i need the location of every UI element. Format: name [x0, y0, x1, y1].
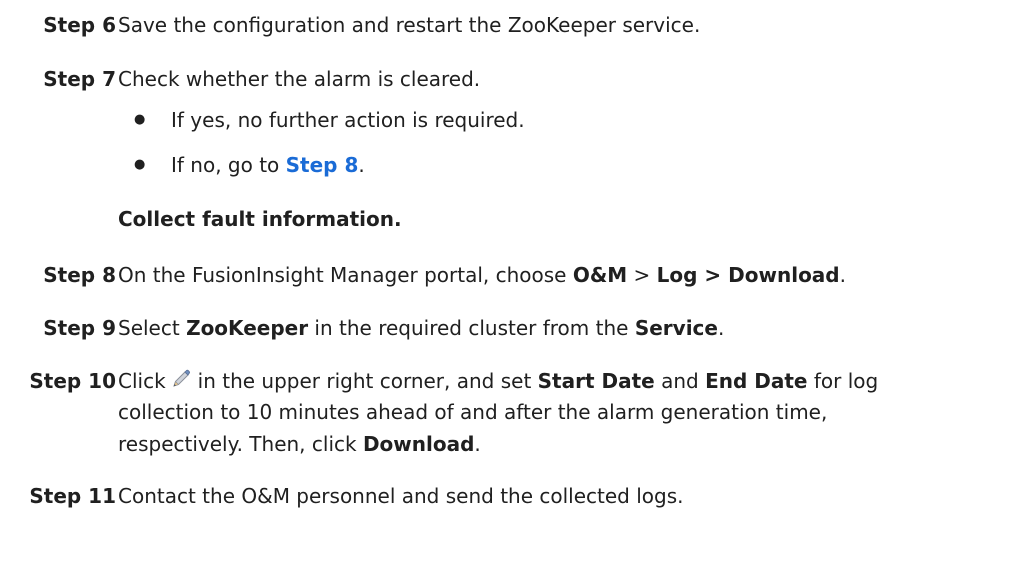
step-8: Step 8 On the FusionInsight Manager port…: [0, 260, 1035, 290]
bullet-dot-icon: ●: [134, 112, 146, 127]
step-10: Step 10 Click in the upper right corner, …: [0, 366, 1035, 396]
zookeeper-term: ZooKeeper: [186, 316, 309, 340]
step-7-label: Step 7: [43, 67, 116, 91]
step-9-mid: in the required cluster from the: [308, 316, 635, 340]
step-7-text: Check whether the alarm is cleared.: [118, 67, 481, 91]
step-9-label: Step 9: [43, 316, 116, 340]
end-date-term: End Date: [705, 369, 808, 393]
section-title: Collect fault information.: [118, 207, 402, 231]
step-10-line-1: Click in the upper right corner, and set …: [118, 366, 878, 396]
start-date-term: Start Date: [537, 369, 655, 393]
step-9-text: Select ZooKeeper in the required cluster…: [118, 313, 724, 343]
step-6-text: Save the configuration and restart the Z…: [118, 13, 701, 37]
step-9: Step 9 Select ZooKeeper in the required …: [0, 313, 1035, 343]
step-8-label: Step 8: [43, 263, 116, 287]
step-10-click: Click: [118, 369, 166, 393]
menu-log-download: Log > Download: [656, 263, 840, 287]
step-10-line-3: respectively. Then, click Download.: [118, 429, 481, 459]
step-9-pre: Select: [118, 316, 187, 340]
bullet-no-text: If no, go to Step 8.: [171, 150, 365, 180]
step-10-label: Step 10: [29, 369, 116, 393]
list-item-no: ● If no, go to Step 8.: [0, 150, 1035, 180]
step-9-post: .: [717, 316, 725, 340]
step-8-text: On the FusionInsight Manager portal, cho…: [118, 260, 846, 290]
step-10-and: and: [654, 369, 706, 393]
step-10-line3-pre: respectively. Then, click: [118, 432, 363, 456]
bullet-no-prefix: If no, go to: [171, 153, 286, 177]
step-11-text: Contact the O&M personnel and send the c…: [118, 484, 684, 508]
step-8-sep: >: [627, 263, 657, 287]
step-10-line3-post: .: [474, 432, 481, 456]
step-8-link[interactable]: Step 8: [286, 153, 359, 177]
step-11: Step 11 Contact the O&M personnel and se…: [0, 481, 1035, 511]
bullet-dot-icon: ●: [134, 157, 146, 172]
step-10-line1-tail: for log: [807, 369, 879, 393]
step-10-line-2: collection to 10 minutes ahead of and af…: [118, 400, 828, 424]
step-11-label: Step 11: [29, 484, 116, 508]
step-8-post: .: [839, 263, 846, 287]
service-term: Service: [634, 316, 718, 340]
step-6: Step 6 Save the configuration and restar…: [0, 10, 1035, 40]
step-10-line1-mid: in the upper right corner, and set: [197, 369, 538, 393]
step-8-pre: On the FusionInsight Manager portal, cho…: [118, 263, 573, 287]
download-term: Download: [362, 432, 475, 456]
bullet-yes-text: If yes, no further action is required.: [171, 108, 525, 132]
menu-om: O&M: [572, 263, 628, 287]
step-6-label: Step 6: [43, 13, 116, 37]
bullet-no-suffix: .: [358, 153, 365, 177]
step-7: Step 7 Check whether the alarm is cleare…: [0, 64, 1035, 94]
list-item-yes: ● If yes, no further action is required.: [0, 105, 1035, 135]
pencil-edit-icon: [170, 368, 192, 390]
